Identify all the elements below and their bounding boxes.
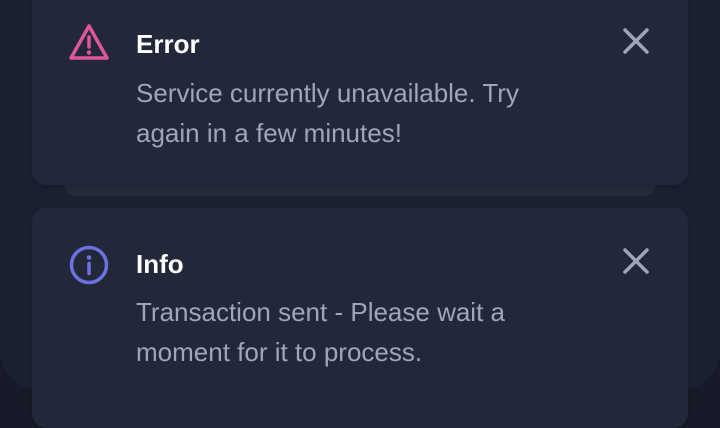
info-message: Transaction sent - Please wait a moment … (136, 297, 505, 367)
info-title: Info (136, 249, 184, 279)
error-title: Error (136, 29, 200, 59)
error-toast: Error Service currently unavailable. Try… (32, 0, 688, 185)
info-circle-icon (68, 244, 110, 286)
close-icon[interactable] (620, 25, 652, 57)
info-toast: Info Transaction sent - Please wait a mo… (32, 208, 688, 428)
close-icon[interactable] (620, 245, 652, 277)
error-message: Service currently unavailable. Try again… (136, 78, 519, 148)
warning-triangle-icon (68, 22, 110, 64)
